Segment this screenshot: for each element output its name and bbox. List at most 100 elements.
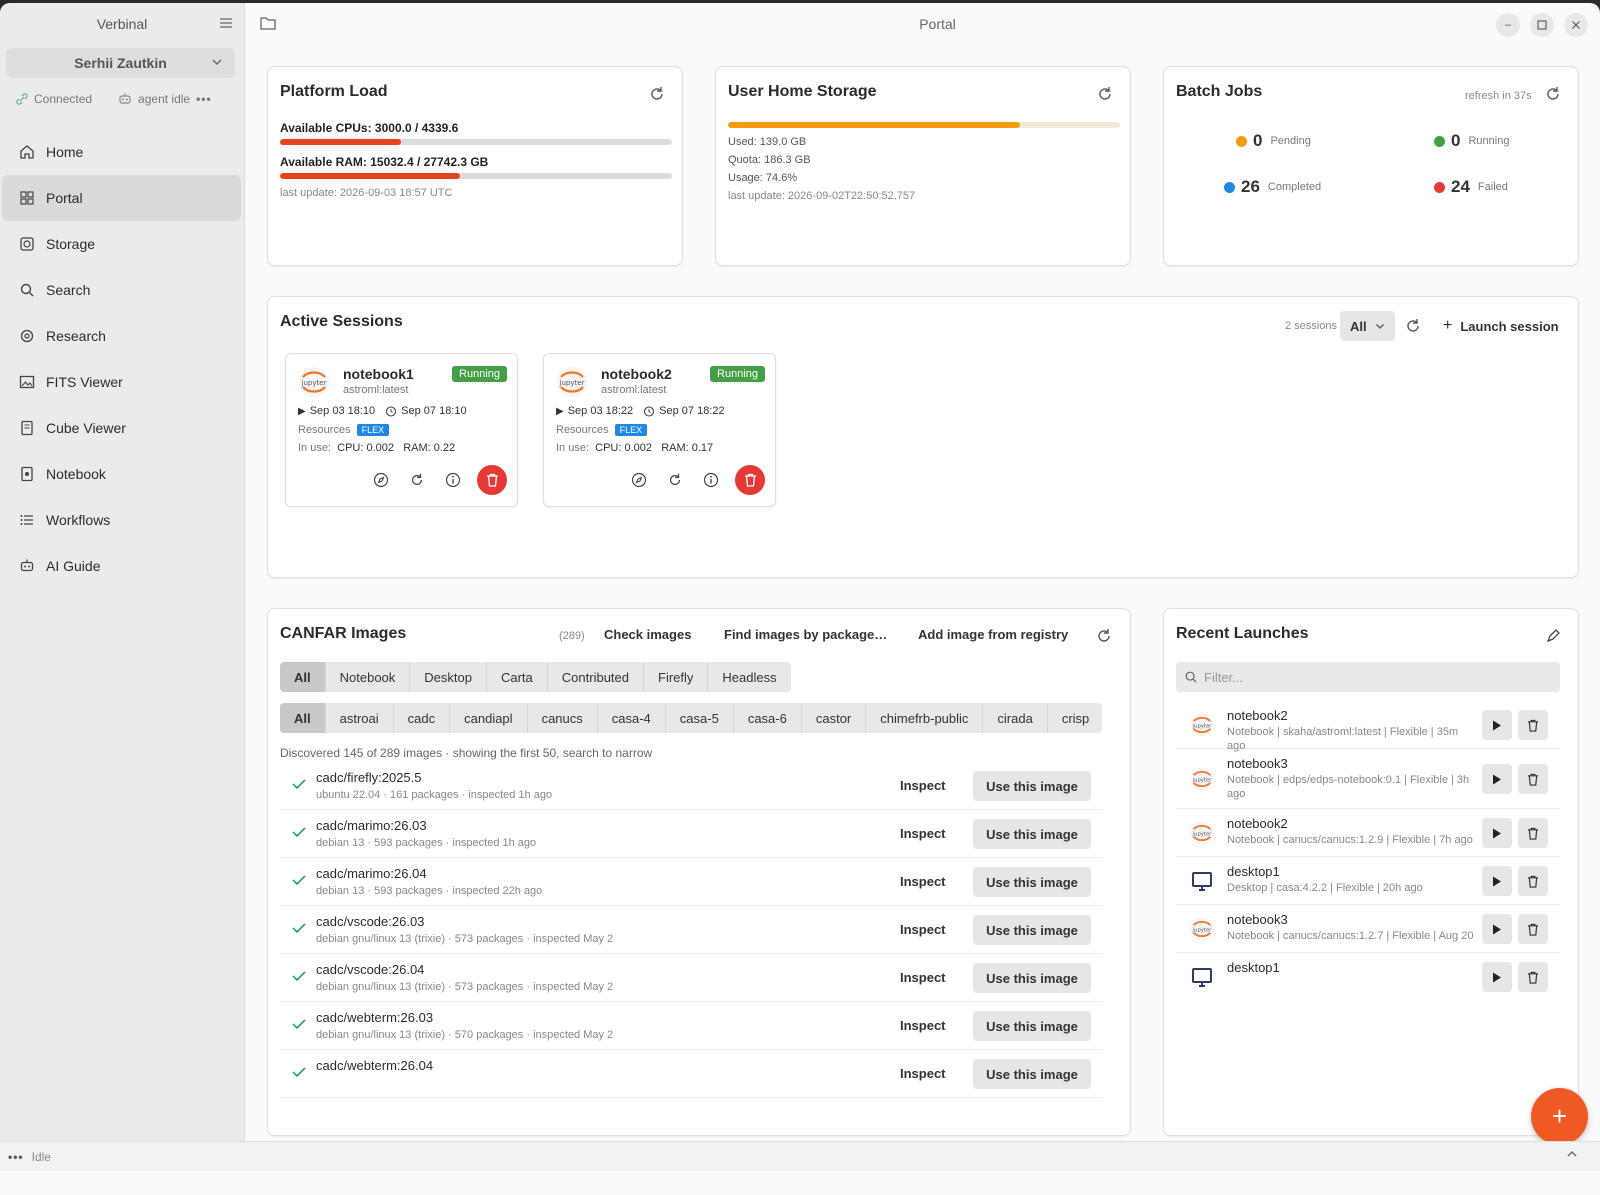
use-image-button[interactable]: Use this image: [973, 867, 1091, 897]
inspect-button[interactable]: Inspect: [900, 1018, 946, 1033]
project-tab[interactable]: canucs: [528, 703, 598, 733]
relaunch-button[interactable]: [1482, 866, 1512, 896]
sidebar-item-cube-viewer[interactable]: Cube Viewer: [2, 405, 241, 451]
relaunch-button[interactable]: [1482, 914, 1512, 944]
more-dots-icon[interactable]: •••: [8, 1150, 24, 1164]
project-tab[interactable]: chimefrb-public: [866, 703, 984, 733]
sidebar-item-workflows[interactable]: Workflows: [2, 497, 241, 543]
delete-launch-button[interactable]: [1518, 818, 1548, 848]
use-image-button[interactable]: Use this image: [973, 963, 1091, 993]
open-session-button[interactable]: [369, 468, 393, 492]
project-tab[interactable]: astroai: [326, 703, 394, 733]
recent-filter-input[interactable]: Filter...: [1176, 662, 1560, 692]
recent-launch-row[interactable]: jupyter notebook3 Notebook | canucs/canucs…: [1176, 905, 1560, 953]
list-icon: [20, 515, 33, 525]
refresh-icon[interactable]: [1095, 627, 1113, 645]
inspect-button[interactable]: Inspect: [900, 1066, 946, 1081]
more-dots-icon[interactable]: •••: [196, 92, 212, 106]
session-card[interactable]: jupyter notebook2 astroml:latest Running…: [543, 353, 776, 507]
open-session-button[interactable]: [627, 468, 651, 492]
recent-launch-row[interactable]: desktop1 Desktop | casa:4.2.2 | Flexible …: [1176, 857, 1560, 905]
sidebar-item-fits-viewer[interactable]: FITS Viewer: [2, 359, 241, 405]
sidebar-item-research[interactable]: Research: [2, 313, 241, 359]
delete-launch-button[interactable]: [1518, 764, 1548, 794]
delete-session-button[interactable]: [477, 465, 507, 495]
project-tab[interactable]: crisp: [1048, 703, 1102, 733]
tab-contributed[interactable]: Contributed: [548, 662, 644, 692]
inspect-button[interactable]: Inspect: [900, 922, 946, 937]
inspect-button[interactable]: Inspect: [900, 874, 946, 889]
delete-launch-button[interactable]: [1518, 710, 1548, 740]
project-tab[interactable]: candiapl: [450, 703, 528, 733]
sidebar-item-notebook[interactable]: Notebook: [2, 451, 241, 497]
relaunch-button[interactable]: [1482, 962, 1512, 992]
session-info-button[interactable]: [441, 468, 465, 492]
play-icon: [1493, 924, 1501, 934]
project-tab[interactable]: castor: [802, 703, 867, 733]
close-icon: [1572, 21, 1580, 29]
delete-launch-button[interactable]: [1518, 914, 1548, 944]
add-from-registry-button[interactable]: Add image from registry: [918, 627, 1068, 642]
refresh-icon[interactable]: [1544, 85, 1562, 103]
launch-session-button[interactable]: + Launch session: [1443, 317, 1559, 335]
tab-desktop[interactable]: Desktop: [410, 662, 487, 692]
refresh-icon[interactable]: [648, 85, 666, 103]
chevron-up-icon[interactable]: [1566, 1148, 1578, 1160]
tab-notebook[interactable]: Notebook: [326, 662, 411, 692]
use-image-button[interactable]: Use this image: [973, 915, 1091, 945]
refresh-icon[interactable]: [1096, 85, 1114, 103]
sidebar-item-ai-guide[interactable]: AI Guide: [2, 543, 241, 589]
add-fab-button[interactable]: +: [1531, 1088, 1588, 1145]
sidebar-item-portal[interactable]: Portal: [2, 175, 241, 221]
project-tab[interactable]: casa-6: [734, 703, 802, 733]
delete-launch-button[interactable]: [1518, 962, 1548, 992]
sidebar-item-search[interactable]: Search: [2, 267, 241, 313]
relaunch-button[interactable]: [1482, 818, 1512, 848]
delete-session-button[interactable]: [735, 465, 765, 495]
minimize-button[interactable]: –: [1496, 13, 1520, 37]
maximize-button[interactable]: [1530, 13, 1554, 37]
check-images-button[interactable]: Check images: [604, 627, 691, 642]
sidebar-item-storage[interactable]: Storage: [2, 221, 241, 267]
recent-launch-row[interactable]: jupyter notebook2 Notebook | skaha/astroml…: [1176, 701, 1560, 752]
session-filter-select[interactable]: All: [1340, 311, 1395, 341]
tab-all[interactable]: All: [280, 662, 326, 692]
recent-launch-row[interactable]: jupyter notebook2 Notebook | canucs/canucs…: [1176, 809, 1560, 857]
recent-launch-row[interactable]: jupyter notebook3 Notebook | edps/edps-not…: [1176, 749, 1560, 809]
check-icon: [292, 923, 306, 934]
session-start: Sep 03 18:10: [309, 405, 376, 417]
project-tab-all[interactable]: All: [280, 703, 326, 733]
session-card[interactable]: jupyter notebook1 astroml:latest Running…: [285, 353, 518, 507]
project-tab[interactable]: casa-5: [666, 703, 734, 733]
session-info-button[interactable]: [699, 468, 723, 492]
project-tab[interactable]: casa-4: [598, 703, 666, 733]
sidebar-item-home[interactable]: Home: [2, 129, 241, 175]
ram-usage: RAM: 0.22: [403, 442, 456, 454]
use-image-button[interactable]: Use this image: [973, 1011, 1091, 1041]
inspect-button[interactable]: Inspect: [900, 826, 946, 841]
renew-session-button[interactable]: [663, 468, 687, 492]
tab-carta[interactable]: Carta: [487, 662, 548, 692]
renew-session-button[interactable]: [405, 468, 429, 492]
project-tab[interactable]: cirada: [983, 703, 1048, 733]
inspect-button[interactable]: Inspect: [900, 970, 946, 985]
close-button[interactable]: [1564, 13, 1588, 37]
menu-icon[interactable]: [220, 18, 232, 28]
inspect-button[interactable]: Inspect: [900, 778, 946, 793]
user-selector[interactable]: Serhii Zautkin: [6, 48, 235, 78]
project-tab[interactable]: cadc: [394, 703, 451, 733]
sidebar-item-label: Portal: [46, 190, 83, 206]
find-by-package-button[interactable]: Find images by package…: [724, 627, 887, 642]
tab-firefly[interactable]: Firefly: [644, 662, 709, 692]
use-image-button[interactable]: Use this image: [973, 819, 1091, 849]
tab-headless[interactable]: Headless: [708, 662, 790, 692]
delete-launch-button[interactable]: [1518, 866, 1548, 896]
clear-history-icon[interactable]: [1544, 627, 1562, 645]
refresh-icon[interactable]: [1404, 317, 1422, 335]
recent-launch-row[interactable]: desktop1: [1176, 953, 1560, 993]
failed-jobs: 24 Failed: [1434, 177, 1508, 197]
relaunch-button[interactable]: [1482, 764, 1512, 794]
use-image-button[interactable]: Use this image: [973, 771, 1091, 801]
use-image-button[interactable]: Use this image: [973, 1059, 1091, 1089]
relaunch-button[interactable]: [1482, 710, 1512, 740]
